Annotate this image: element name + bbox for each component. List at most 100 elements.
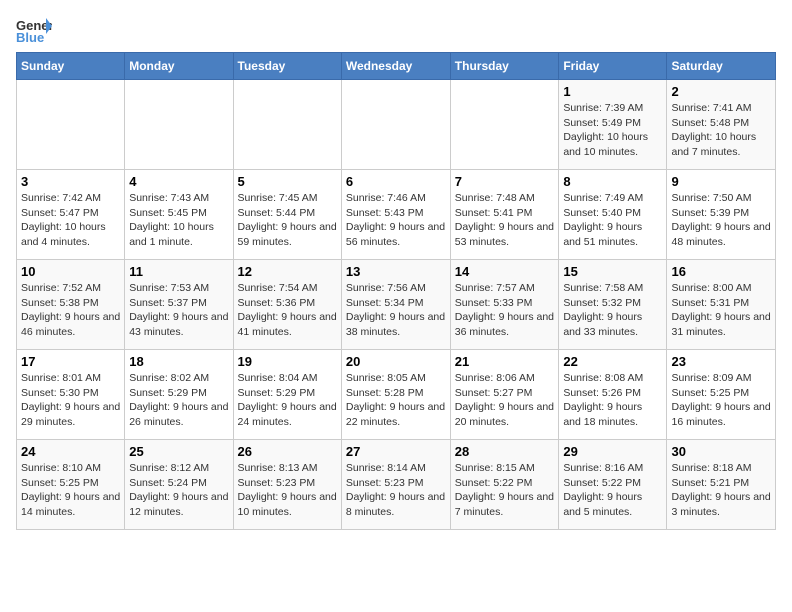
day-info: Sunrise: 8:04 AM Sunset: 5:29 PM Dayligh…: [238, 371, 337, 430]
weekday-header-saturday: Saturday: [667, 53, 776, 80]
day-info: Sunrise: 8:14 AM Sunset: 5:23 PM Dayligh…: [346, 461, 446, 520]
day-info: Sunrise: 8:12 AM Sunset: 5:24 PM Dayligh…: [129, 461, 228, 520]
day-info: Sunrise: 7:58 AM Sunset: 5:32 PM Dayligh…: [563, 281, 662, 340]
calendar-cell: [341, 80, 450, 170]
day-info: Sunrise: 7:52 AM Sunset: 5:38 PM Dayligh…: [21, 281, 120, 340]
calendar-cell: 13 Sunrise: 7:56 AM Sunset: 5:34 PM Dayli…: [341, 260, 450, 350]
weekday-header-monday: Monday: [125, 53, 233, 80]
day-info: Sunrise: 8:08 AM Sunset: 5:26 PM Dayligh…: [563, 371, 662, 430]
calendar-cell: 1 Sunrise: 7:39 AM Sunset: 5:49 PM Daylig…: [559, 80, 667, 170]
day-info: Sunrise: 7:48 AM Sunset: 5:41 PM Dayligh…: [455, 191, 555, 250]
day-number: 7: [455, 174, 555, 189]
day-info: Sunrise: 7:43 AM Sunset: 5:45 PM Dayligh…: [129, 191, 228, 250]
day-number: 4: [129, 174, 228, 189]
day-number: 5: [238, 174, 337, 189]
weekday-header-sunday: Sunday: [17, 53, 125, 80]
day-info: Sunrise: 7:50 AM Sunset: 5:39 PM Dayligh…: [671, 191, 771, 250]
day-number: 29: [563, 444, 662, 459]
day-number: 17: [21, 354, 120, 369]
weekday-header-friday: Friday: [559, 53, 667, 80]
day-number: 30: [671, 444, 771, 459]
day-number: 25: [129, 444, 228, 459]
calendar-cell: 2 Sunrise: 7:41 AM Sunset: 5:48 PM Daylig…: [667, 80, 776, 170]
day-info: Sunrise: 7:56 AM Sunset: 5:34 PM Dayligh…: [346, 281, 446, 340]
calendar-cell: 27 Sunrise: 8:14 AM Sunset: 5:23 PM Dayli…: [341, 440, 450, 530]
day-info: Sunrise: 8:13 AM Sunset: 5:23 PM Dayligh…: [238, 461, 337, 520]
svg-text:Blue: Blue: [16, 30, 44, 44]
day-info: Sunrise: 7:42 AM Sunset: 5:47 PM Dayligh…: [21, 191, 120, 250]
day-info: Sunrise: 8:15 AM Sunset: 5:22 PM Dayligh…: [455, 461, 555, 520]
calendar-cell: [233, 80, 341, 170]
calendar-cell: 14 Sunrise: 7:57 AM Sunset: 5:33 PM Dayli…: [450, 260, 559, 350]
calendar-cell: 4 Sunrise: 7:43 AM Sunset: 5:45 PM Daylig…: [125, 170, 233, 260]
day-number: 9: [671, 174, 771, 189]
day-number: 20: [346, 354, 446, 369]
calendar-cell: 20 Sunrise: 8:05 AM Sunset: 5:28 PM Dayli…: [341, 350, 450, 440]
day-number: 21: [455, 354, 555, 369]
calendar-cell: 24Sunrise: 8:10 AM Sunset: 5:25 PM Dayli…: [17, 440, 125, 530]
day-number: 11: [129, 264, 228, 279]
calendar-cell: 22 Sunrise: 8:08 AM Sunset: 5:26 PM Dayli…: [559, 350, 667, 440]
day-info: Sunrise: 8:06 AM Sunset: 5:27 PM Dayligh…: [455, 371, 555, 430]
day-info: Sunrise: 8:02 AM Sunset: 5:29 PM Dayligh…: [129, 371, 228, 430]
day-number: 2: [671, 84, 771, 99]
day-info: Sunrise: 7:54 AM Sunset: 5:36 PM Dayligh…: [238, 281, 337, 340]
day-number: 10: [21, 264, 120, 279]
day-number: 28: [455, 444, 555, 459]
day-info: Sunrise: 8:16 AM Sunset: 5:22 PM Dayligh…: [563, 461, 662, 520]
calendar-cell: 3 Sunrise: 7:42 AM Sunset: 5:47 PM Daylig…: [17, 170, 125, 260]
day-number: 13: [346, 264, 446, 279]
calendar-cell: 11 Sunrise: 7:53 AM Sunset: 5:37 PM Dayli…: [125, 260, 233, 350]
calendar-cell: 5 Sunrise: 7:45 AM Sunset: 5:44 PM Daylig…: [233, 170, 341, 260]
calendar-cell: 19 Sunrise: 8:04 AM Sunset: 5:29 PM Dayli…: [233, 350, 341, 440]
day-number: 3: [21, 174, 120, 189]
calendar-cell: 25 Sunrise: 8:12 AM Sunset: 5:24 PM Dayli…: [125, 440, 233, 530]
calendar-cell: 6 Sunrise: 7:46 AM Sunset: 5:43 PM Daylig…: [341, 170, 450, 260]
calendar-table: SundayMondayTuesdayWednesdayThursdayFrid…: [16, 52, 776, 530]
calendar-cell: [450, 80, 559, 170]
day-info: Sunrise: 7:49 AM Sunset: 5:40 PM Dayligh…: [563, 191, 662, 250]
calendar-cell: 18 Sunrise: 8:02 AM Sunset: 5:29 PM Dayli…: [125, 350, 233, 440]
day-number: 8: [563, 174, 662, 189]
calendar-cell: 8 Sunrise: 7:49 AM Sunset: 5:40 PM Daylig…: [559, 170, 667, 260]
calendar-cell: 17 Sunrise: 8:01 AM Sunset: 5:30 PM Dayli…: [17, 350, 125, 440]
day-info: Sunrise: 8:18 AM Sunset: 5:21 PM Dayligh…: [671, 461, 771, 520]
calendar-cell: 28 Sunrise: 8:15 AM Sunset: 5:22 PM Dayli…: [450, 440, 559, 530]
weekday-header-thursday: Thursday: [450, 53, 559, 80]
day-number: 26: [238, 444, 337, 459]
day-number: 22: [563, 354, 662, 369]
day-number: 14: [455, 264, 555, 279]
calendar-cell: [17, 80, 125, 170]
day-number: 18: [129, 354, 228, 369]
calendar-cell: 30 Sunrise: 8:18 AM Sunset: 5:21 PM Dayli…: [667, 440, 776, 530]
calendar-cell: 16 Sunrise: 8:00 AM Sunset: 5:31 PM Dayli…: [667, 260, 776, 350]
day-number: 1: [563, 84, 662, 99]
day-info: Sunrise: 7:41 AM Sunset: 5:48 PM Dayligh…: [671, 101, 771, 160]
day-number: 27: [346, 444, 446, 459]
calendar-cell: 15 Sunrise: 7:58 AM Sunset: 5:32 PM Dayli…: [559, 260, 667, 350]
calendar-cell: 29 Sunrise: 8:16 AM Sunset: 5:22 PM Dayli…: [559, 440, 667, 530]
calendar-cell: 21 Sunrise: 8:06 AM Sunset: 5:27 PM Dayli…: [450, 350, 559, 440]
day-number: 19: [238, 354, 337, 369]
day-number: 6: [346, 174, 446, 189]
calendar-cell: 10 Sunrise: 7:52 AM Sunset: 5:38 PM Dayli…: [17, 260, 125, 350]
weekday-header-tuesday: Tuesday: [233, 53, 341, 80]
day-number: 15: [563, 264, 662, 279]
logo: General Blue: [16, 16, 56, 44]
day-info: Sunrise: 8:10 AM Sunset: 5:25 PM Dayligh…: [21, 461, 120, 520]
calendar-cell: 9 Sunrise: 7:50 AM Sunset: 5:39 PM Daylig…: [667, 170, 776, 260]
day-info: Sunrise: 8:00 AM Sunset: 5:31 PM Dayligh…: [671, 281, 771, 340]
calendar-cell: 23Sunrise: 8:09 AM Sunset: 5:25 PM Dayli…: [667, 350, 776, 440]
day-info: Sunrise: 8:01 AM Sunset: 5:30 PM Dayligh…: [21, 371, 120, 430]
logo-icon: General Blue: [16, 16, 52, 44]
page-header: General Blue: [16, 16, 776, 44]
day-number: 16: [671, 264, 771, 279]
calendar-cell: 26 Sunrise: 8:13 AM Sunset: 5:23 PM Dayli…: [233, 440, 341, 530]
day-info: Sunrise: 7:45 AM Sunset: 5:44 PM Dayligh…: [238, 191, 337, 250]
day-info: Sunrise: 7:57 AM Sunset: 5:33 PM Dayligh…: [455, 281, 555, 340]
day-info: Sunrise: 7:39 AM Sunset: 5:49 PM Dayligh…: [563, 101, 662, 160]
day-info: Sunrise: 7:46 AM Sunset: 5:43 PM Dayligh…: [346, 191, 446, 250]
day-info: Sunrise: 7:53 AM Sunset: 5:37 PM Dayligh…: [129, 281, 228, 340]
day-info: Sunrise: 8:05 AM Sunset: 5:28 PM Dayligh…: [346, 371, 446, 430]
weekday-header-wednesday: Wednesday: [341, 53, 450, 80]
